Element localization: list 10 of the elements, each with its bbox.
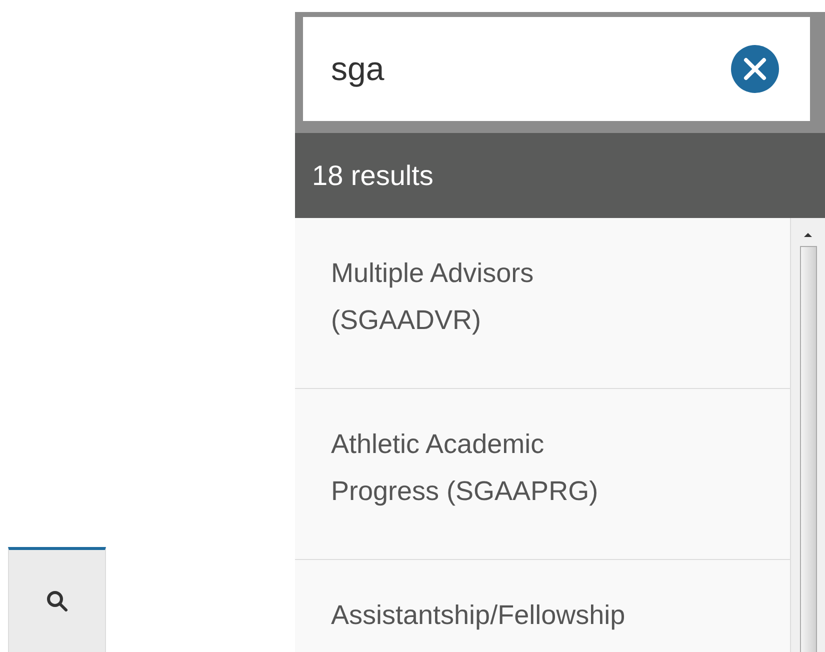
search-box[interactable]: sga xyxy=(303,17,810,121)
search-icon xyxy=(45,589,69,613)
close-icon xyxy=(730,44,780,94)
scroll-up-icon[interactable] xyxy=(802,230,814,240)
clear-button[interactable] xyxy=(730,44,780,94)
results-count: 18 results xyxy=(295,133,825,218)
scrollbar-thumb[interactable] xyxy=(800,246,816,652)
search-button[interactable] xyxy=(8,547,106,652)
scrollbar[interactable] xyxy=(790,218,825,652)
search-field[interactable]: sga xyxy=(329,43,730,95)
